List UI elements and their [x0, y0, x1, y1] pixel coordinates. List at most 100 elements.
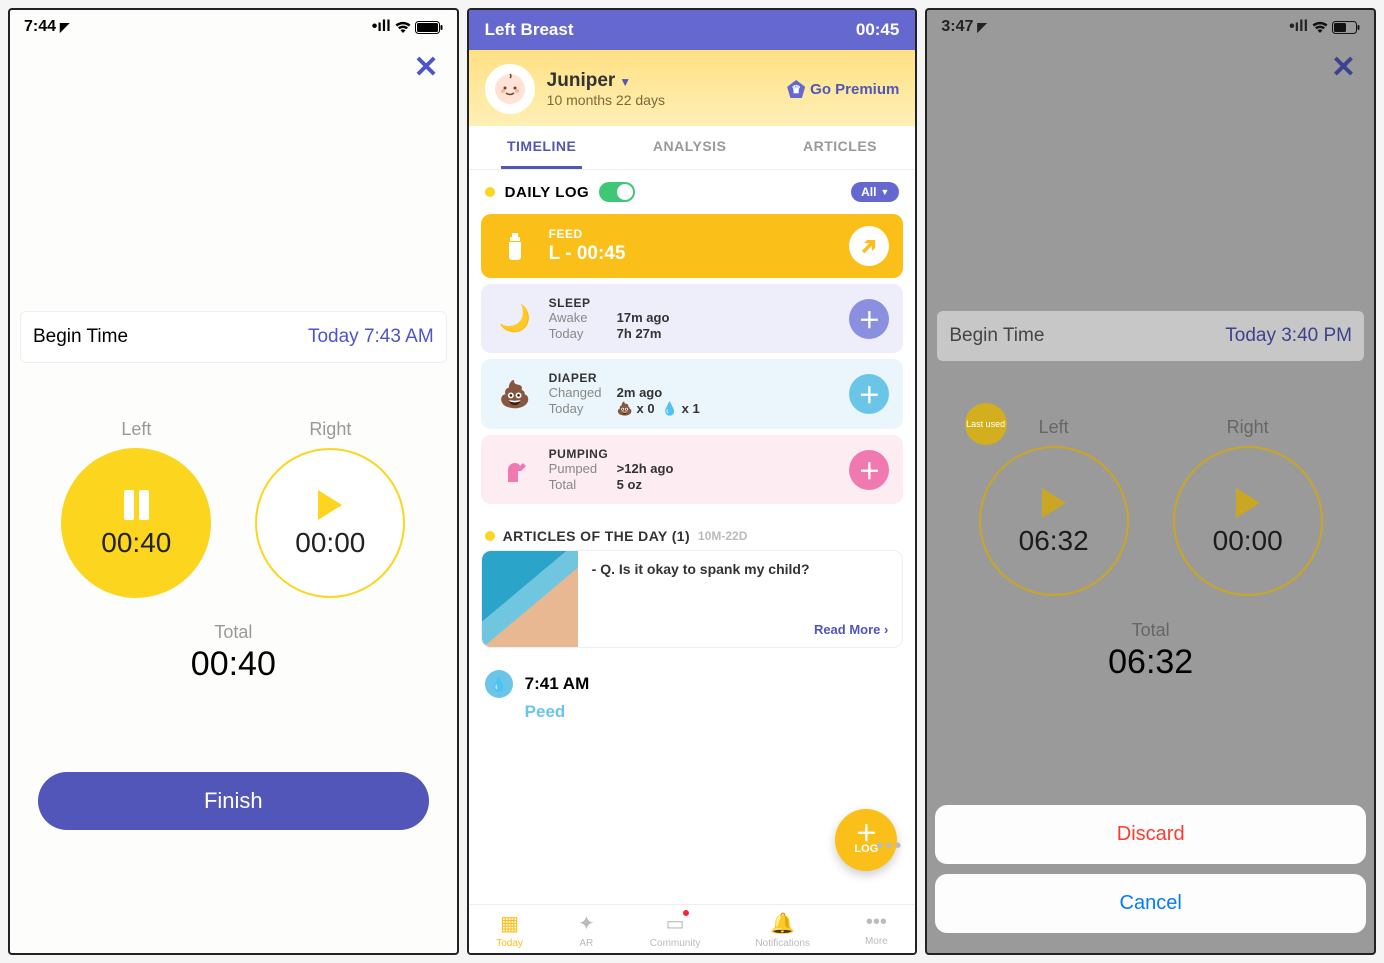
pump-add-button[interactable]: ＋ — [849, 450, 889, 490]
chevron-down-icon: ▼ — [880, 187, 889, 197]
nav-notifications[interactable]: 🔔Notifications — [755, 911, 809, 949]
dot-icon — [485, 531, 495, 541]
feed-card[interactable]: FEED L - 00:45 ➔ — [481, 214, 904, 278]
plus-icon: ＋ — [855, 825, 877, 843]
diaper-title: DIAPER — [549, 371, 836, 385]
left-time: 06:32 — [1019, 525, 1089, 557]
pumping-card[interactable]: PUMPING Pumped>12h ago Total5 oz ＋ — [481, 435, 904, 504]
action-sheet: Discard Cancel — [927, 805, 1374, 953]
nav-ar[interactable]: ✦AR — [578, 911, 595, 949]
total-label: Total — [20, 622, 447, 643]
status-time: 7:44 — [24, 18, 56, 36]
status-bar: 7:44 ◤ •ıll — [10, 10, 457, 44]
tab-timeline[interactable]: TIMELINE — [501, 126, 582, 169]
timer-row: Left 00:40 Right 00:00 — [20, 419, 447, 598]
right-timer: Right 00:00 — [255, 419, 405, 598]
begin-time-label: Begin Time — [33, 326, 128, 348]
go-premium-button[interactable]: ♛ Go Premium — [787, 80, 899, 98]
article-question: - Q. Is it okay to spank my child? — [592, 561, 889, 577]
left-label: Left — [121, 419, 151, 440]
nav-community[interactable]: ▭Community — [650, 911, 701, 949]
signal-icon: •ıll — [372, 18, 391, 36]
crown-icon: ♛ — [787, 80, 805, 98]
more-icon: ••• — [866, 911, 887, 934]
daily-log-toggle[interactable] — [599, 182, 635, 202]
cancel-button[interactable]: Cancel — [935, 874, 1366, 933]
baby-info[interactable]: Juniper▼ 10 months 22 days — [547, 70, 665, 108]
timeline-time: 7:41 AM — [525, 674, 590, 694]
baby-age: 10 months 22 days — [547, 92, 665, 108]
close-button[interactable]: ✕ — [10, 44, 457, 87]
baby-avatar[interactable] — [485, 64, 535, 114]
filter-all-button[interactable]: All▼ — [851, 182, 899, 202]
article-image — [482, 551, 578, 647]
pump-title: PUMPING — [549, 447, 836, 461]
poop-icon: 💩 — [495, 379, 535, 410]
daily-log-header: DAILY LOG All▼ — [469, 170, 916, 214]
bell-icon: 🔔 — [770, 911, 795, 936]
baby-banner: Juniper▼ 10 months 22 days ♛ Go Premium — [469, 50, 916, 126]
total-block: Total 00:40 — [20, 622, 447, 684]
right-time: 00:00 — [295, 527, 365, 559]
nav-more[interactable]: •••More — [865, 911, 888, 949]
more-menu-button[interactable]: ••• — [876, 835, 903, 858]
articles-header: ARTICLES OF THE DAY (1) 10M-22D — [469, 510, 916, 550]
right-timer-button[interactable]: 00:00 — [255, 448, 405, 598]
screen-discard-sheet: 3:47 ◤ •ıll ✕ Begin Time Today 3:40 PM L… — [925, 8, 1376, 955]
sleep-title: SLEEP — [549, 296, 836, 310]
wifi-icon — [1311, 21, 1329, 34]
status-time: 3:47 — [941, 18, 973, 36]
battery-icon — [415, 21, 443, 34]
discard-button[interactable]: Discard — [935, 805, 1366, 864]
status-indicators: •ıll — [1289, 18, 1360, 36]
status-bar: 3:47 ◤ •ıll — [927, 10, 1374, 44]
timer-row: Last used Left 06:32 Right 00:00 — [937, 417, 1364, 596]
dot-icon — [485, 187, 495, 197]
begin-time-value: Today 3:40 PM — [1225, 325, 1352, 347]
active-timer-bar[interactable]: Left Breast 00:45 — [469, 10, 916, 50]
play-icon — [318, 487, 342, 523]
pump-icon — [495, 456, 535, 484]
wand-icon: ✦ — [578, 911, 595, 936]
pause-icon — [124, 487, 149, 523]
finish-button[interactable]: Finish — [38, 772, 429, 830]
wifi-icon — [394, 21, 412, 34]
feed-title: FEED — [549, 227, 836, 241]
right-timer-button: 00:00 — [1173, 446, 1323, 596]
log-cards: FEED L - 00:45 ➔ 🌙 SLEEP Awake17m ago To… — [469, 214, 916, 510]
signal-icon: •ıll — [1289, 18, 1308, 36]
sleep-card[interactable]: 🌙 SLEEP Awake17m ago Today7h 27m ＋ — [481, 284, 904, 353]
diaper-add-button[interactable]: ＋ — [849, 374, 889, 414]
bottom-nav: ▦Today ✦AR ▭Community 🔔Notifications •••… — [469, 904, 916, 953]
right-label: Right — [1227, 417, 1269, 438]
begin-time-button[interactable]: Begin Time Today 7:43 AM — [20, 311, 447, 363]
tab-analysis[interactable]: ANALYSIS — [647, 126, 733, 169]
total-value: 06:32 — [937, 643, 1364, 682]
article-card[interactable]: - Q. Is it okay to spank my child? Read … — [481, 550, 904, 648]
articles-title: ARTICLES OF THE DAY (1) — [503, 528, 690, 544]
daily-log-title: DAILY LOG — [505, 184, 590, 201]
bottle-icon — [495, 231, 535, 261]
bar-time: 00:45 — [856, 20, 899, 40]
close-button[interactable]: ✕ — [927, 44, 1374, 87]
diaper-card[interactable]: 💩 DIAPER Changed2m ago Today💩 x 0 💧 x 1 … — [481, 359, 904, 429]
read-more-link[interactable]: Read More › — [592, 622, 889, 637]
screen-timer: 7:44 ◤ •ıll ✕ Begin Time Today 7:43 AM L… — [8, 8, 459, 955]
tab-articles[interactable]: ARTICLES — [797, 126, 883, 169]
total-block: Total 06:32 — [937, 620, 1364, 682]
battery-icon — [1332, 21, 1360, 34]
nav-today[interactable]: ▦Today — [496, 911, 523, 949]
begin-time-button: Begin Time Today 3:40 PM — [937, 311, 1364, 361]
timeline-entry[interactable]: 💧 7:41 AM — [469, 648, 916, 702]
play-icon — [1042, 485, 1066, 521]
feed-go-icon[interactable]: ➔ — [841, 218, 898, 275]
left-timer-button[interactable]: 00:40 — [61, 448, 211, 598]
status-indicators: •ıll — [372, 18, 443, 36]
right-label: Right — [309, 419, 351, 440]
sleep-add-button[interactable]: ＋ — [849, 299, 889, 339]
location-arrow-icon: ◤ — [977, 20, 986, 34]
baby-name: Juniper — [547, 70, 616, 91]
chevron-down-icon: ▼ — [619, 75, 631, 89]
play-icon — [1236, 485, 1260, 521]
right-time: 00:00 — [1213, 525, 1283, 557]
